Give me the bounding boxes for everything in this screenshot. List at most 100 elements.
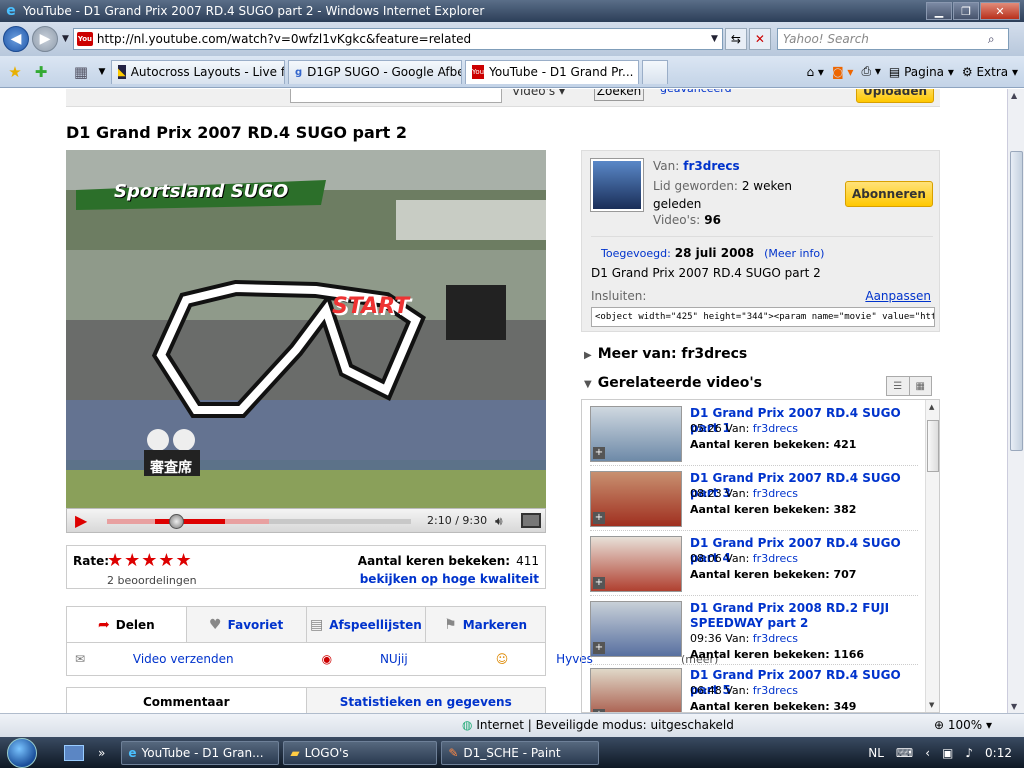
more-info-link[interactable]: (Meer info): [764, 247, 824, 260]
uploader-avatar[interactable]: [591, 159, 643, 211]
video-thumbnail[interactable]: +: [590, 601, 682, 657]
related-videos-header[interactable]: ▼ Gerelateerde video's: [584, 375, 762, 391]
language-indicator[interactable]: NL: [868, 746, 884, 760]
tab-statistics[interactable]: Statistieken en gegevens: [305, 688, 545, 713]
related-user-link[interactable]: fr3drecs: [753, 684, 798, 697]
forward-button[interactable]: ▶: [32, 26, 58, 52]
send-video-link[interactable]: ✉ Video verzenden: [75, 652, 278, 666]
taskbar-item-paint[interactable]: ✎ D1_SCHE - Paint: [441, 740, 600, 765]
customize-embed-link[interactable]: Aanpassen: [865, 289, 931, 303]
page-scrollbar[interactable]: ▲ ▼: [1007, 89, 1024, 713]
stop-icon[interactable]: ✕: [748, 28, 771, 50]
related-user-link[interactable]: fr3drecs: [753, 632, 798, 645]
list-item[interactable]: + D1 Grand Prix 2007 RD.4 SUGO part 5 06…: [590, 665, 918, 712]
seek-bar[interactable]: [107, 514, 411, 529]
start-button[interactable]: [0, 737, 44, 768]
embed-code-field[interactable]: <object width="425" height="344"><param …: [591, 307, 935, 327]
add-to-quicklist-icon[interactable]: +: [593, 512, 605, 524]
high-quality-link[interactable]: bekijken op hoge kwaliteit: [360, 572, 539, 586]
related-user-link[interactable]: fr3drecs: [753, 552, 798, 565]
tray-expand-icon[interactable]: ‹: [925, 746, 930, 760]
url-text[interactable]: http://nl.youtube.com/watch?v=0wfzl1vKgk…: [97, 32, 707, 46]
page-scroll-thumb[interactable]: [1010, 151, 1023, 451]
related-scroll-thumb[interactable]: [927, 420, 939, 472]
scroll-down-icon[interactable]: ▼: [929, 701, 934, 709]
print-icon[interactable]: ⎙ ▾: [861, 64, 880, 79]
yt-search-button[interactable]: Zoeken: [594, 89, 644, 101]
search-input[interactable]: Yahoo! Search ⌕: [776, 28, 1009, 50]
related-scrollbar[interactable]: ▲ ▼: [925, 400, 939, 712]
history-dropdown-icon[interactable]: ▼: [62, 34, 69, 44]
video-thumbnail[interactable]: +: [590, 668, 682, 712]
page-menu[interactable]: ▤ Pagina ▾: [889, 65, 954, 79]
tab-share[interactable]: ➦ Delen: [67, 607, 186, 642]
page-scroll-up-icon[interactable]: ▲: [1011, 91, 1017, 100]
add-to-quicklist-icon[interactable]: +: [593, 447, 605, 459]
video-thumbnail[interactable]: +: [590, 406, 682, 462]
video-thumbnail[interactable]: +: [590, 536, 682, 592]
seek-handle[interactable]: [169, 514, 184, 529]
tab-autocross[interactable]: ◣ Autocross Layouts - Live f...: [111, 59, 285, 84]
search-icon[interactable]: ⌕: [988, 32, 1008, 47]
video-thumbnail[interactable]: +: [590, 471, 682, 527]
volume-tray-icon[interactable]: ♪: [965, 746, 973, 760]
tab-list-dropdown-icon[interactable]: ▼: [96, 61, 108, 83]
add-favorite-icon[interactable]: ✚: [30, 61, 52, 83]
taskbar-item-logos[interactable]: ▰ LOGO's: [283, 740, 438, 765]
more-from-header[interactable]: ▶ Meer van: fr3drecs: [584, 346, 747, 362]
url-dropdown-icon[interactable]: ▼: [711, 34, 718, 44]
clock[interactable]: 0:12: [985, 746, 1012, 760]
yt-search-input[interactable]: [290, 89, 502, 103]
quick-tabs-icon[interactable]: ▦: [70, 61, 92, 83]
new-tab-button[interactable]: [642, 59, 668, 84]
feeds-icon[interactable]: ◙ ▾: [832, 65, 853, 79]
tab-comments[interactable]: Commentaar: [67, 688, 306, 713]
list-item[interactable]: + D1 Grand Prix 2007 RD.4 SUGO part 3 08…: [590, 468, 918, 531]
home-icon[interactable]: ⌂ ▾: [806, 65, 823, 79]
show-desktop-icon[interactable]: [64, 744, 84, 761]
scroll-up-icon[interactable]: ▲: [929, 403, 934, 411]
minimize-button[interactable]: ▁: [926, 2, 952, 20]
add-to-quicklist-icon[interactable]: +: [593, 642, 605, 654]
upload-button[interactable]: Uploaden: [856, 89, 934, 103]
list-view-icon[interactable]: ☰: [887, 377, 909, 395]
yt-advanced-link[interactable]: geavanceerd: [660, 89, 732, 95]
yt-search-type-select[interactable]: Video's ▾: [512, 89, 584, 102]
related-title[interactable]: D1 Grand Prix 2008 RD.2 FUJI SPEEDWAY pa…: [690, 601, 910, 631]
security-zone[interactable]: ◍ Internet | Beveiligde modus: uitgescha…: [462, 718, 734, 732]
tab-playlists[interactable]: ▤ Afspeellijsten: [305, 607, 426, 642]
tab-google-images[interactable]: g D1GP SUGO - Google Afbe...: [288, 59, 462, 84]
add-to-quicklist-icon[interactable]: +: [593, 577, 605, 589]
subscribe-button[interactable]: Abonneren: [845, 181, 933, 207]
close-window-button[interactable]: ✕: [980, 2, 1020, 20]
page-scroll-down-icon[interactable]: ▼: [1011, 702, 1017, 711]
taskbar-item-youtube[interactable]: e YouTube - D1 Gran...: [121, 740, 280, 765]
tab-youtube[interactable]: You YouTube - D1 Grand Pr... ✕: [465, 59, 639, 84]
favorites-star-icon[interactable]: ★: [4, 61, 26, 83]
tab-flag[interactable]: ⚑ Markeren: [425, 607, 545, 642]
video-player[interactable]: Sportsland SUGO START 審査席: [66, 150, 546, 508]
taskbar-overflow-icon[interactable]: »: [98, 746, 105, 760]
url-input[interactable]: You http://nl.youtube.com/watch?v=0wfzl1…: [72, 28, 723, 50]
network-icon[interactable]: ▣: [942, 746, 953, 760]
tab-favorite[interactable]: ♥ Favoriet: [185, 607, 306, 642]
back-button[interactable]: ◀: [3, 26, 29, 52]
rating-stars[interactable]: ★★★★★: [107, 550, 193, 571]
keyboard-icon[interactable]: ⌨: [896, 746, 913, 760]
list-item[interactable]: + D1 Grand Prix 2007 RD.4 SUGO part 1 05…: [590, 403, 918, 466]
fullscreen-icon[interactable]: [521, 513, 541, 528]
grid-view-icon[interactable]: ▦: [908, 377, 932, 395]
volume-icon[interactable]: 🔊︎: [495, 514, 503, 529]
list-item[interactable]: + D1 Grand Prix 2007 RD.4 SUGO part 4 08…: [590, 533, 918, 596]
zoom-control[interactable]: ⊕ 100% ▾: [934, 718, 992, 732]
related-videos-list: + D1 Grand Prix 2007 RD.4 SUGO part 1 05…: [581, 399, 940, 713]
maximize-button[interactable]: ❐: [953, 2, 979, 20]
related-user-link[interactable]: fr3drecs: [753, 422, 798, 435]
play-icon[interactable]: ▶: [75, 511, 97, 530]
uploader-name-link[interactable]: fr3drecs: [683, 159, 739, 173]
list-item[interactable]: + D1 Grand Prix 2008 RD.2 FUJI SPEEDWAY …: [590, 598, 918, 665]
nujij-link[interactable]: ◉ NUjij: [322, 652, 452, 666]
refresh-icon[interactable]: ⇆: [724, 28, 747, 50]
tools-menu[interactable]: ⚙ Extra ▾: [962, 65, 1018, 79]
related-user-link[interactable]: fr3drecs: [753, 487, 798, 500]
